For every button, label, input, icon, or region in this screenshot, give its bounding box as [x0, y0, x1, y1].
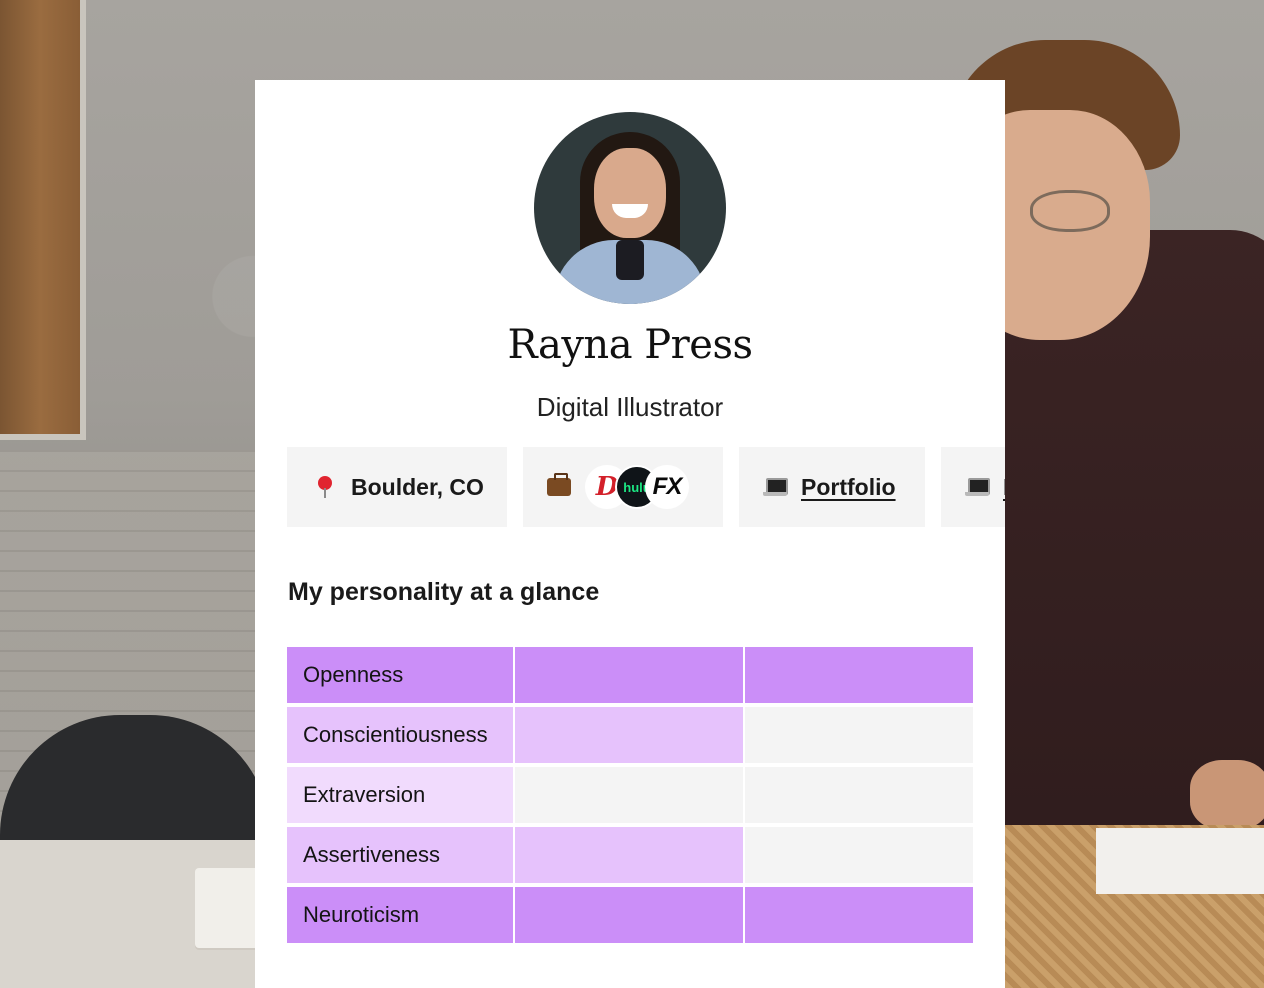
trait-cell: [515, 827, 743, 883]
extra-link[interactable]: L: [1003, 474, 1005, 501]
company-logos: D hulu FX: [585, 465, 689, 509]
corkboard: [0, 0, 86, 440]
fx-logo: FX: [645, 465, 689, 509]
trait-level-bar: [515, 647, 973, 703]
avatar: [534, 112, 726, 304]
trait-row-openness: Openness: [287, 647, 973, 703]
trait-cell: [515, 767, 743, 823]
trait-cell: [745, 887, 973, 943]
trait-cell: [745, 827, 973, 883]
trait-cell: [515, 707, 743, 763]
trait-level-bar: [515, 707, 973, 763]
trait-cell: [745, 767, 973, 823]
trait-cell: [515, 887, 743, 943]
laptop-icon: [763, 475, 788, 499]
portfolio-link[interactable]: Portfolio: [801, 474, 896, 501]
trait-label: Extraversion: [287, 767, 513, 823]
trait-level-bar: [515, 887, 973, 943]
trait-row-assertiveness: Assertiveness: [287, 827, 973, 883]
trait-level-bar: [515, 827, 973, 883]
person-hand: [1190, 760, 1264, 830]
trait-label: Assertiveness: [287, 827, 513, 883]
background-person: [950, 40, 1264, 880]
location-label: Boulder, CO: [351, 473, 484, 500]
profile-name: Rayna Press: [507, 322, 753, 368]
trait-label: Conscientiousness: [287, 707, 513, 763]
personality-heading: My personality at a glance: [288, 578, 600, 606]
trait-cell: [515, 647, 743, 703]
paper-card: [1096, 828, 1264, 894]
trait-label: Neuroticism: [287, 887, 513, 943]
briefcase-icon: [547, 473, 571, 499]
work-chip: D hulu FX: [523, 447, 723, 527]
info-chips: Boulder, CO D hulu FX Portfolio L: [287, 447, 1005, 527]
portfolio-chip[interactable]: Portfolio: [739, 447, 925, 527]
laptop-icon: [965, 475, 990, 499]
trait-row-conscientiousness: Conscientiousness: [287, 707, 973, 763]
pin-icon: [313, 475, 337, 499]
person-glasses: [1030, 190, 1110, 232]
location-chip: Boulder, CO: [287, 447, 507, 527]
trait-label: Openness: [287, 647, 513, 703]
extra-link-chip[interactable]: L: [941, 447, 1005, 527]
personality-table: Openness Conscientiousness Extraversion …: [287, 647, 973, 947]
trait-row-extraversion: Extraversion: [287, 767, 973, 823]
avatar-bow: [616, 240, 644, 280]
trait-level-bar: [515, 767, 973, 823]
trait-cell: [745, 707, 973, 763]
profile-card: Rayna Press Digital Illustrator Boulder,…: [255, 80, 1005, 988]
trait-row-neuroticism: Neuroticism: [287, 887, 973, 943]
avatar-face: [594, 148, 666, 238]
profile-title: Digital Illustrator: [536, 392, 724, 422]
trait-cell: [745, 647, 973, 703]
